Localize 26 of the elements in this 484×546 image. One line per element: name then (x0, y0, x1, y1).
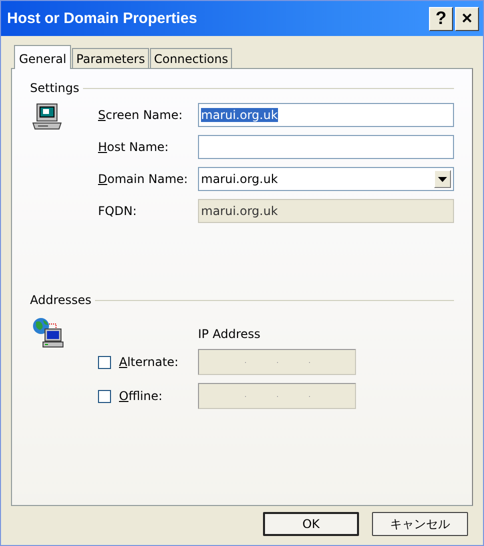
field-label: Host Name: (98, 140, 170, 154)
globe-computer-icon (32, 317, 66, 349)
tab[interactable]: Connections (150, 48, 232, 68)
dropdown[interactable]: marui.org.uk (198, 167, 454, 191)
column-header: IP Address (198, 327, 262, 341)
checkbox[interactable] (98, 390, 111, 402)
input-field[interactable]: marui.org.uk (198, 103, 454, 127)
computer-icon (32, 103, 62, 131)
field-label: FQDN: (98, 204, 138, 218)
close-button[interactable]: × (455, 6, 479, 30)
checkbox-label: Alternate: (119, 355, 180, 369)
checkbox-label: Offline: (119, 389, 164, 403)
checkbox[interactable] (98, 356, 111, 368)
field-label: Domain Name: (98, 172, 189, 186)
window-title: Host or Domain Properties (7, 10, 198, 27)
ok-button[interactable]: OK (263, 512, 359, 536)
tab[interactable]: General (14, 45, 72, 69)
help-button[interactable]: ? (429, 6, 453, 30)
tab[interactable]: Parameters (72, 48, 149, 68)
ip-address-field[interactable] (198, 383, 356, 409)
input-field[interactable] (198, 135, 454, 159)
group-heading: Addresses (30, 293, 92, 307)
cancel-button[interactable]: キャンセル (372, 512, 468, 536)
ip-address-field[interactable] (198, 349, 356, 375)
field-label: Screen Name: (98, 108, 184, 122)
group-heading: Settings (30, 81, 80, 95)
